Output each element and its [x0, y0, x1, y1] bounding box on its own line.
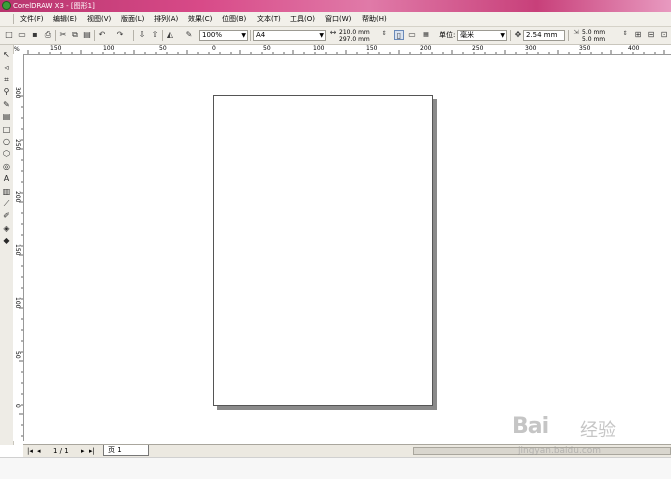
menu-edit[interactable]: 编辑(E)	[53, 14, 77, 24]
menu-view[interactable]: 视图(V)	[87, 14, 111, 24]
toolbar-separator	[510, 30, 511, 41]
page-tab-label: 页 1	[108, 446, 122, 454]
text-tool-icon[interactable]: A	[1, 173, 12, 184]
zoom-level-combo[interactable]: 100% ▼	[199, 30, 248, 41]
shape-tool-icon[interactable]: ◃	[1, 62, 12, 73]
nudge-distance-value: 2.54 mm	[526, 31, 558, 39]
corel-online-icon[interactable]: ✎	[184, 30, 194, 40]
duplicate-distance-icon: ⇲	[573, 29, 579, 36]
width-spinner-icon[interactable]: ⇕	[380, 29, 388, 39]
application-launcher-icon[interactable]: ◭	[165, 30, 175, 40]
horizontal-ruler[interactable]: % 150 100 50 0 50 100 150 200 250 300 35…	[14, 45, 671, 55]
undo-icon[interactable]: ↶	[97, 30, 107, 40]
all-pages-icon[interactable]: ▦	[421, 30, 431, 40]
watermark-brand: Bai	[512, 414, 549, 439]
page-width-icon: ↔	[329, 28, 337, 37]
toolbar-separator	[55, 30, 56, 41]
toolbar-separator	[133, 30, 134, 41]
save-icon[interactable]: ▪	[30, 30, 40, 40]
next-page-icon[interactable]: ▸	[81, 446, 85, 456]
interactive-blend-tool-icon[interactable]: ▥	[1, 186, 12, 197]
outline-tool-icon[interactable]: ✐	[1, 210, 12, 221]
toolbox: ↖ ◃ ⌗ ⚲ ✎ ▤ □ ○ ⬡ ◎ A ▥ ⟋ ✐ ◈ ◆	[0, 45, 14, 445]
print-icon[interactable]: ⎙	[43, 30, 53, 40]
chevron-down-icon: ▼	[241, 32, 246, 39]
page-height-value[interactable]: 297.0 mm	[339, 36, 370, 43]
coreldraw-logo-icon	[2, 1, 11, 10]
menu-window[interactable]: 窗口(W)	[325, 14, 351, 24]
menu-help[interactable]: 帮助(H)	[362, 14, 387, 24]
menu-arrange[interactable]: 排列(A)	[154, 14, 178, 24]
rectangle-tool-icon[interactable]: □	[1, 124, 12, 135]
paper-size-value: A4	[256, 31, 266, 39]
draw-units-icon[interactable]: ⊞	[633, 30, 643, 40]
paper-size-combo[interactable]: A4 ▼	[253, 30, 326, 41]
document-page[interactable]	[213, 95, 433, 406]
options-icon[interactable]: ⊟	[646, 30, 656, 40]
crop-tool-icon[interactable]: ⌗	[1, 74, 12, 85]
import-icon[interactable]: ⇩	[137, 30, 147, 40]
baidu-watermark: Bai 经验 jingyan.baidu.com	[512, 402, 662, 462]
toolbar-separator	[568, 30, 569, 41]
menu-text[interactable]: 文本(T)	[257, 14, 281, 24]
menu-grip	[13, 14, 14, 24]
cut-icon[interactable]: ✂	[58, 30, 68, 40]
paste-icon[interactable]: ▤	[82, 30, 92, 40]
page-count: 1 / 1	[53, 447, 69, 455]
basic-shapes-tool-icon[interactable]: ◎	[1, 161, 12, 172]
copy-icon[interactable]: ⧉	[70, 30, 80, 40]
ellipse-tool-icon[interactable]: ○	[1, 136, 12, 147]
menu-bitmaps[interactable]: 位图(B)	[222, 14, 246, 24]
window-title: CorelDRAW X3 - [图形1]	[13, 2, 95, 10]
smart-fill-tool-icon[interactable]: ▤	[1, 111, 12, 122]
landscape-icon[interactable]: ▭	[407, 30, 417, 40]
page-tab[interactable]: 页 1	[103, 445, 149, 456]
page-width-value[interactable]: 210.0 mm	[339, 29, 370, 36]
title-bar: CorelDRAW X3 - [图形1]	[0, 0, 671, 12]
nudge-distance-icon: ✥	[514, 30, 522, 39]
polygon-tool-icon[interactable]: ⬡	[1, 148, 12, 159]
menu-effects[interactable]: 效果(C)	[188, 14, 212, 24]
previous-page-icon[interactable]: ◂	[37, 446, 41, 456]
chevron-down-icon: ▼	[319, 32, 324, 39]
toolbar-separator	[94, 30, 95, 41]
toolbar: □ ▭ ▪ ⎙ ✂ ⧉ ▤ ↶ ↷ ⇩ ⇧ ◭ ✎ 100% ▼ A4 ▼ ↔ …	[0, 27, 671, 45]
vertical-ruler[interactable]: 300 250 200 150 100 50 0	[13, 54, 24, 441]
menu-layout[interactable]: 版面(L)	[121, 14, 144, 24]
watermark-url: jingyan.baidu.com	[518, 446, 602, 456]
menu-tools[interactable]: 工具(O)	[290, 14, 315, 24]
ruler-ticks	[27, 50, 665, 54]
units-label: 单位:	[439, 31, 456, 39]
open-folder-icon[interactable]: ▭	[17, 30, 27, 40]
watermark-cn: 经验	[580, 420, 616, 441]
zoom-level-value: 100%	[202, 31, 223, 39]
first-page-icon[interactable]: |◂	[27, 446, 33, 456]
portrait-icon[interactable]: ▯	[394, 30, 404, 40]
units-value: 毫米	[460, 31, 474, 39]
nudge-distance-field[interactable]: 2.54 mm	[523, 30, 565, 41]
zoom-tool-icon[interactable]: ⚲	[1, 86, 12, 97]
duplicate-x-value[interactable]: 5.0 mm	[582, 29, 605, 36]
eyedropper-tool-icon[interactable]: ⟋	[1, 198, 12, 209]
duplicate-spinner-icon[interactable]: ⇕	[621, 29, 629, 39]
pick-tool-icon[interactable]: ↖	[1, 49, 12, 60]
ruler-ticks	[19, 95, 23, 437]
fill-tool-icon[interactable]: ◈	[1, 223, 12, 234]
units-combo[interactable]: 毫米 ▼	[457, 30, 507, 41]
duplicate-y-value[interactable]: 5.0 mm	[582, 36, 605, 43]
new-document-icon[interactable]: □	[4, 30, 14, 40]
toolbar-separator	[250, 30, 251, 41]
export-icon[interactable]: ⇧	[150, 30, 160, 40]
freehand-tool-icon[interactable]: ✎	[1, 99, 12, 110]
snap-icon[interactable]: ⊡	[659, 30, 669, 40]
redo-icon[interactable]: ↷	[115, 30, 125, 40]
chevron-down-icon: ▼	[500, 32, 505, 39]
interactive-fill-tool-icon[interactable]: ◆	[1, 235, 12, 246]
toolbar-separator	[162, 30, 163, 41]
menu-file[interactable]: 文件(F)	[20, 14, 44, 24]
menu-bar: 文件(F) 编辑(E) 视图(V) 版面(L) 排列(A) 效果(C) 位图(B…	[0, 12, 671, 27]
last-page-icon[interactable]: ▸|	[89, 446, 95, 456]
ruler-unit-label: %	[14, 46, 20, 53]
